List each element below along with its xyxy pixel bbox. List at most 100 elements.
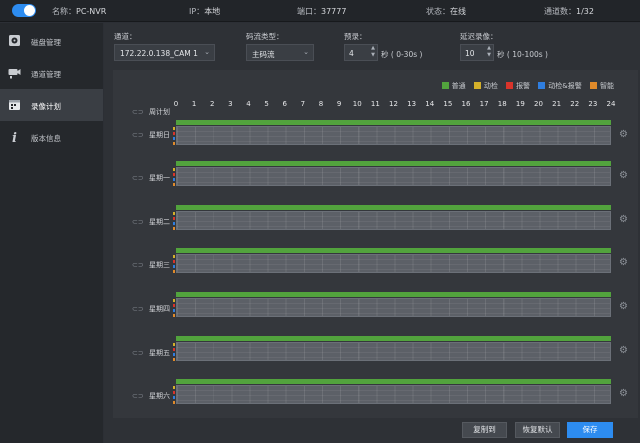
hour-label: 8 [318,100,324,108]
device-port: 端口：37777 [297,7,347,16]
legend-normal[interactable]: 普通 [441,81,466,91]
motion-alarm-marker [173,222,175,225]
hour-label: 24 [606,100,616,108]
delay-unit: 秒 ( 10-100s ) [497,50,548,59]
hour-label: 14 [425,100,435,108]
day-timeline[interactable] [173,161,611,191]
smart-marker [173,227,175,230]
stepper-arrows-icon[interactable]: ▲ ▼ [487,45,491,59]
smart-marker [173,358,175,361]
day-timeline[interactable] [173,120,611,150]
schedule-grid[interactable] [176,167,611,186]
alarm-marker [173,217,175,220]
device-state: 状态：在线 [426,7,466,16]
sidebar-item-label: 录像计划 [31,102,61,111]
sidebar-item-schedule[interactable]: 录像计划 [0,89,103,121]
legend-motion-alarm[interactable]: 动检&报警 [538,81,582,91]
schedule-grid[interactable] [176,342,611,361]
gear-icon[interactable]: ⚙ [619,346,629,356]
channel-select[interactable]: 172.22.0.138_CAM 1 ⌄ [114,44,215,61]
link-icon[interactable]: ⊂⊃ [132,174,144,182]
smart-marker [173,142,175,145]
toggle-knob [24,5,35,16]
day-timeline[interactable] [173,248,611,278]
gear-icon[interactable]: ⚙ [619,130,629,140]
schedule-grid[interactable] [176,254,611,273]
hour-label: 5 [264,100,269,108]
legend-smart[interactable]: 智能 [590,81,614,91]
alarm-marker [173,348,175,351]
hour-label: 13 [407,100,417,108]
motion-alarm-marker [173,265,175,268]
normal-record-bar [176,336,611,341]
color-swatch [506,82,514,89]
camera-icon [8,69,21,79]
motion-alarm-marker [173,178,175,181]
schedule-grid[interactable] [176,211,611,230]
delay-label: 延迟录像： [460,32,498,41]
color-swatch [590,82,597,89]
hour-label: 22 [570,100,580,108]
link-icon[interactable]: ⊂⊃ [132,131,144,139]
sidebar-item-channel[interactable]: 通道管理 [0,57,103,89]
legend-alarm[interactable]: 报警 [506,81,530,91]
checkbox-icon[interactable] [441,82,449,89]
restore-default-button[interactable]: 恢复默认 [515,422,560,438]
smart-marker [173,314,175,317]
day-timeline[interactable] [173,205,611,235]
motion-alarm-marker [173,137,175,140]
gear-icon[interactable]: ⚙ [619,258,629,268]
save-button[interactable]: 保存 [567,422,613,438]
link-icon[interactable]: ⊂⊃ [132,305,144,313]
delay-stepper[interactable]: 10 ▲ ▼ [460,44,494,61]
link-icon[interactable]: ⊂⊃ [132,349,144,357]
sidebar-item-label: 通道管理 [31,70,61,79]
normal-record-bar [176,379,611,384]
prerecord-unit: 秒 ( 0-30s ) [381,50,423,59]
normal-record-bar [176,292,611,297]
alarm-marker [173,173,175,176]
chevron-down-icon: ⌄ [303,48,309,56]
prerecord-stepper[interactable]: 4 ▲ ▼ [344,44,378,61]
alarm-marker [173,132,175,135]
gear-icon[interactable]: ⚙ [619,389,629,399]
motion-alarm-marker [173,396,175,399]
sidebar-item-label: 版本信息 [31,134,61,143]
day-label: 星期日 [149,131,170,139]
stream-select[interactable]: 主码流 ⌄ [246,44,314,61]
schedule-main: 通道： 172.22.0.138_CAM 1 ⌄ 码流类型： 主码流 ⌄ 预录： 4… [104,23,640,443]
day-timeline[interactable] [173,379,611,409]
week-plan-label: 周计划 [149,108,170,116]
normal-record-bar [176,161,611,166]
day-timeline[interactable] [173,336,611,366]
info-icon: i [12,131,17,143]
color-swatch [538,82,546,89]
stepper-arrows-icon[interactable]: ▲ ▼ [371,45,375,59]
hour-label: 6 [282,100,287,108]
hour-label: 2 [210,100,215,108]
channel-label: 通道： [114,32,137,41]
normal-record-bar [176,248,611,253]
link-icon[interactable]: ⊂⊃ [132,108,144,116]
day-label: 星期三 [149,261,170,269]
channel-count: 通道数：1/32 [544,7,594,16]
link-icon[interactable]: ⊂⊃ [132,261,144,269]
link-icon[interactable]: ⊂⊃ [132,218,144,226]
alarm-marker [173,260,175,263]
gear-icon[interactable]: ⚙ [619,171,629,181]
sidebar-item-disk[interactable]: 磁盘管理 [0,25,103,57]
device-toggle[interactable] [12,4,36,17]
disk-icon [9,35,20,46]
copy-button[interactable]: 复制到 [462,422,507,438]
gear-icon[interactable]: ⚙ [619,302,629,312]
schedule-grid[interactable] [176,126,611,145]
schedule-grid[interactable] [176,298,611,317]
link-icon[interactable]: ⊂⊃ [132,392,144,400]
schedule-grid[interactable] [176,385,611,404]
alarm-marker [173,391,175,394]
gear-icon[interactable]: ⚙ [619,215,629,225]
motion-marker [173,168,175,171]
day-timeline[interactable] [173,292,611,322]
legend-motion[interactable]: 动检 [473,81,498,91]
sidebar-item-version[interactable]: i 版本信息 [0,121,103,153]
